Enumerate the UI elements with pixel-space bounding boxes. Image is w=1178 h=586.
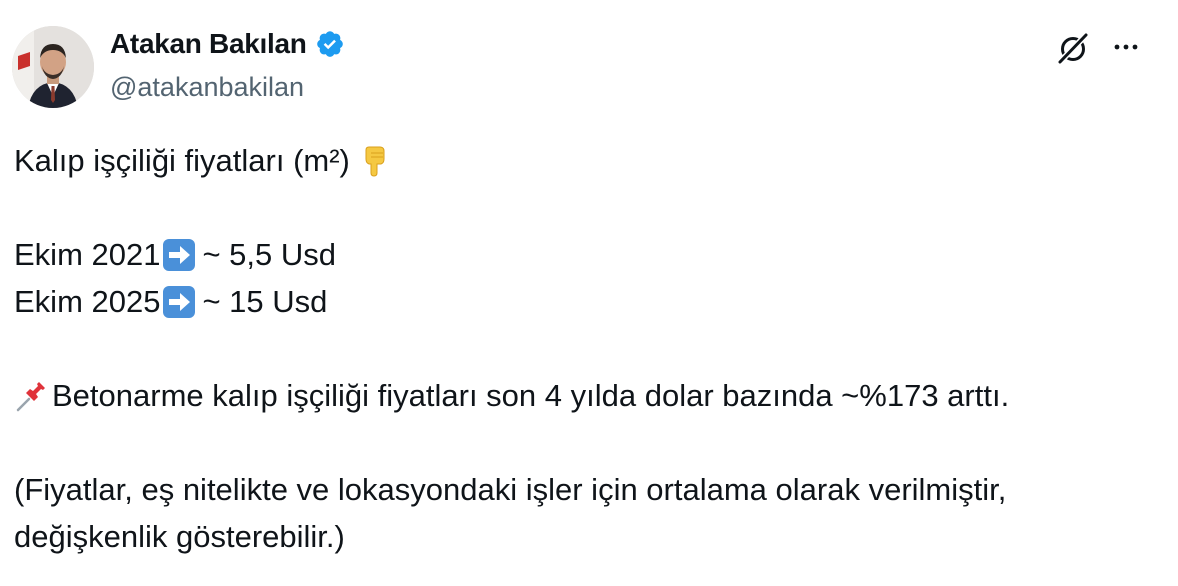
price-2021-value: ~ 5,5 Usd [202,237,337,272]
note-text-2: değişkenlik gösterebilir.) [14,519,345,554]
verified-badge-icon [316,31,343,57]
note-text-1: (Fiyatlar, eş nitelikte ve lokasyondaki … [14,472,1007,507]
backhand-index-pointing-down-icon [365,146,385,177]
tweet-title-text: Kalıp işçiliği fiyatları (m²) [14,143,350,178]
date-2021-label: Ekim 2021 [14,237,161,272]
summary-text: Betonarme kalıp işçiliği fiyatları son 4… [52,378,1010,413]
price-2025-value: ~ 15 Usd [202,284,328,319]
author-name-row[interactable]: Atakan Bakılan [110,28,345,60]
date-2025-label: Ekim 2025 [14,284,161,319]
grok-icon[interactable] [1055,30,1091,66]
tweet-line-summary: Betonarme kalıp işçiliği fiyatları son 4… [14,372,1164,419]
tweet-line-note-2: değişkenlik gösterebilir.) [14,513,1164,560]
right-arrow-icon [163,238,196,271]
tweet-line-2021: Ekim 2021 ~ 5,5 Usd [14,231,1164,278]
tweet-line-2025: Ekim 2025 ~ 15 Usd [14,278,1164,325]
tweet-line-title: Kalıp işçiliği fiyatları (m²) [14,137,1164,184]
author-display-name[interactable]: Atakan Bakılan [110,28,307,60]
right-arrow-icon [163,285,196,318]
tweet-text: Kalıp işçiliği fiyatları (m²) Ekim 2021 … [14,137,1164,560]
pushpin-icon [16,381,45,411]
tweet-line-note-1: (Fiyatlar, eş nitelikte ve lokasyondaki … [14,466,1164,513]
author-handle[interactable]: @atakanbakilan [110,72,304,103]
avatar[interactable] [12,26,94,108]
more-horizontal-icon[interactable] [1110,32,1142,64]
